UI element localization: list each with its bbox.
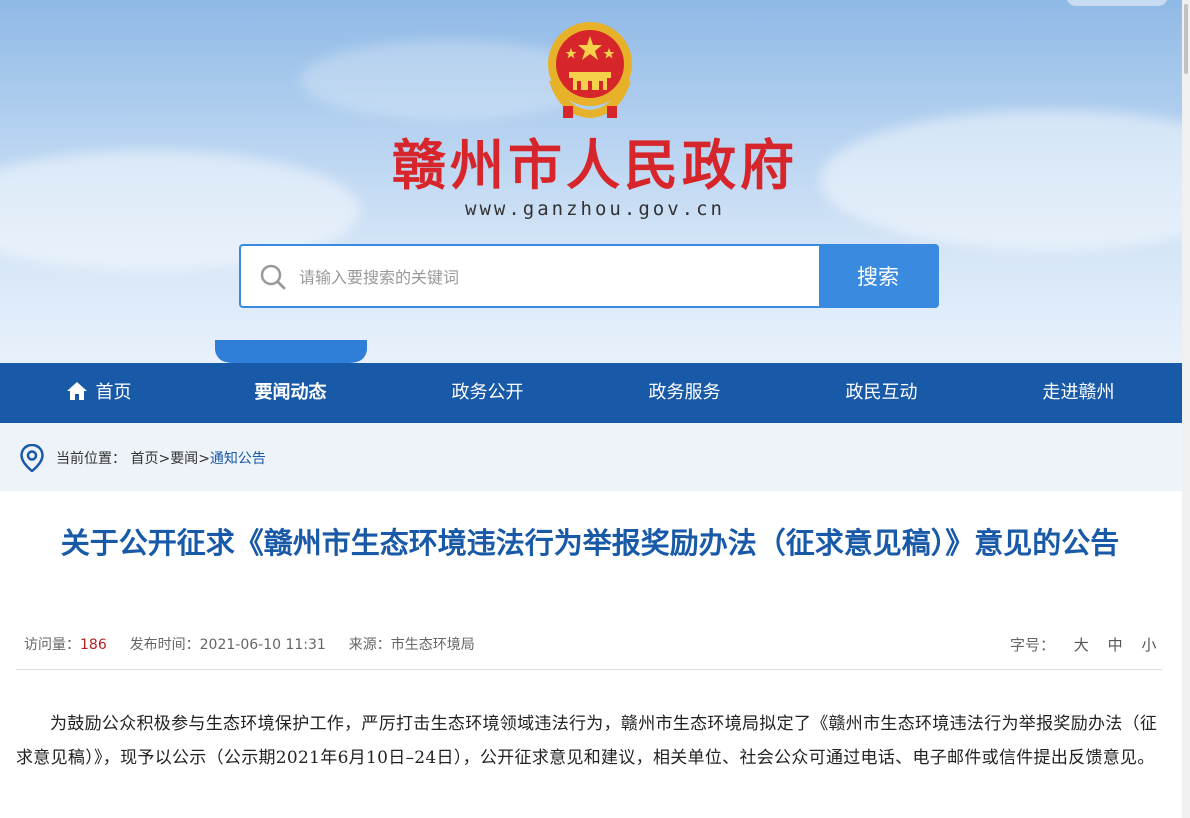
nav-item-gov-affairs-open[interactable]: 政务公开 [389, 363, 586, 423]
location-pin-icon [20, 444, 44, 472]
nav-item-label: 政民互动 [845, 382, 918, 403]
views-label: 访问量： [24, 637, 80, 653]
header-banner: 赣州市人民政府 www.ganzhou.gov.cn 搜索 [0, 0, 1182, 363]
breadcrumb-separator: > [198, 451, 210, 467]
font-size-large-button[interactable]: 大 [1074, 634, 1089, 655]
article-meta: 访问量：186 发布时间：2021-06-10 11:31 来源：市生态环境局 [24, 634, 475, 654]
main-nav: 首页 要闻动态 政务公开 政务服务 政民互动 走进赣州 [0, 363, 1182, 423]
nav-item-gov-services[interactable]: 政务服务 [586, 363, 783, 423]
scrollbar-track[interactable] [1182, 0, 1190, 818]
nav-item-label: 首页 [95, 382, 132, 403]
nav-item-about-ganzhou[interactable]: 走进赣州 [980, 363, 1177, 423]
breadcrumb-prefix: 当前位置： [56, 451, 126, 467]
views-count: 186 [80, 637, 107, 653]
article-paragraph: 为鼓励公众积极参与生态环境保护工作，严厉打击生态环境领域违法行为，赣州市生态环境… [16, 714, 1158, 768]
nav-item-label: 走进赣州 [1042, 382, 1115, 403]
nav-item-label: 政务公开 [451, 382, 524, 403]
search-button[interactable]: 搜索 [819, 246, 937, 306]
breadcrumb-separator: > [158, 451, 171, 467]
source-value: 市生态环境局 [390, 637, 475, 653]
nav-item-label: 政务服务 [648, 382, 721, 403]
top-bar-button[interactable] [1066, 0, 1168, 6]
breadcrumb-news-link[interactable]: 要闻 [170, 451, 198, 467]
breadcrumb: 当前位置： 首页>要闻>通知公告 [56, 448, 266, 468]
article-title: 关于公开征求《赣州市生态环境违法行为举报奖励办法（征求意见稿）》意见的公告 [60, 526, 1120, 560]
meta-divider [16, 669, 1162, 670]
font-size-switcher: 字号： 大 中 小 [1010, 634, 1156, 655]
site-url: www.ganzhou.gov.cn [465, 198, 725, 220]
published-label: 发布时间： [129, 637, 200, 653]
search-icon [260, 264, 286, 290]
source-label: 来源： [348, 637, 391, 653]
site-title: 赣州市人民政府 [392, 133, 798, 197]
nav-item-news[interactable]: 要闻动态 [192, 363, 389, 423]
font-size-label: 字号： [1010, 636, 1056, 654]
search-box: 搜索 [239, 244, 939, 308]
breadcrumb-bar: 当前位置： 首页>要闻>通知公告 [0, 423, 1182, 491]
published-time: 2021-06-10 11:31 [199, 637, 326, 653]
nav-item-home[interactable]: 首页 [0, 363, 197, 423]
home-icon [66, 382, 87, 400]
nav-item-interaction[interactable]: 政民互动 [783, 363, 980, 423]
nav-item-label: 要闻动态 [254, 382, 327, 403]
breadcrumb-home-link[interactable]: 首页 [130, 451, 158, 467]
breadcrumb-notices-link[interactable]: 通知公告 [210, 451, 266, 467]
national-emblem-icon [548, 22, 632, 119]
font-size-medium-button[interactable]: 中 [1108, 634, 1123, 655]
search-input[interactable] [297, 246, 821, 308]
scrollbar-thumb[interactable] [1184, 4, 1188, 74]
font-size-small-button[interactable]: 小 [1141, 634, 1156, 655]
